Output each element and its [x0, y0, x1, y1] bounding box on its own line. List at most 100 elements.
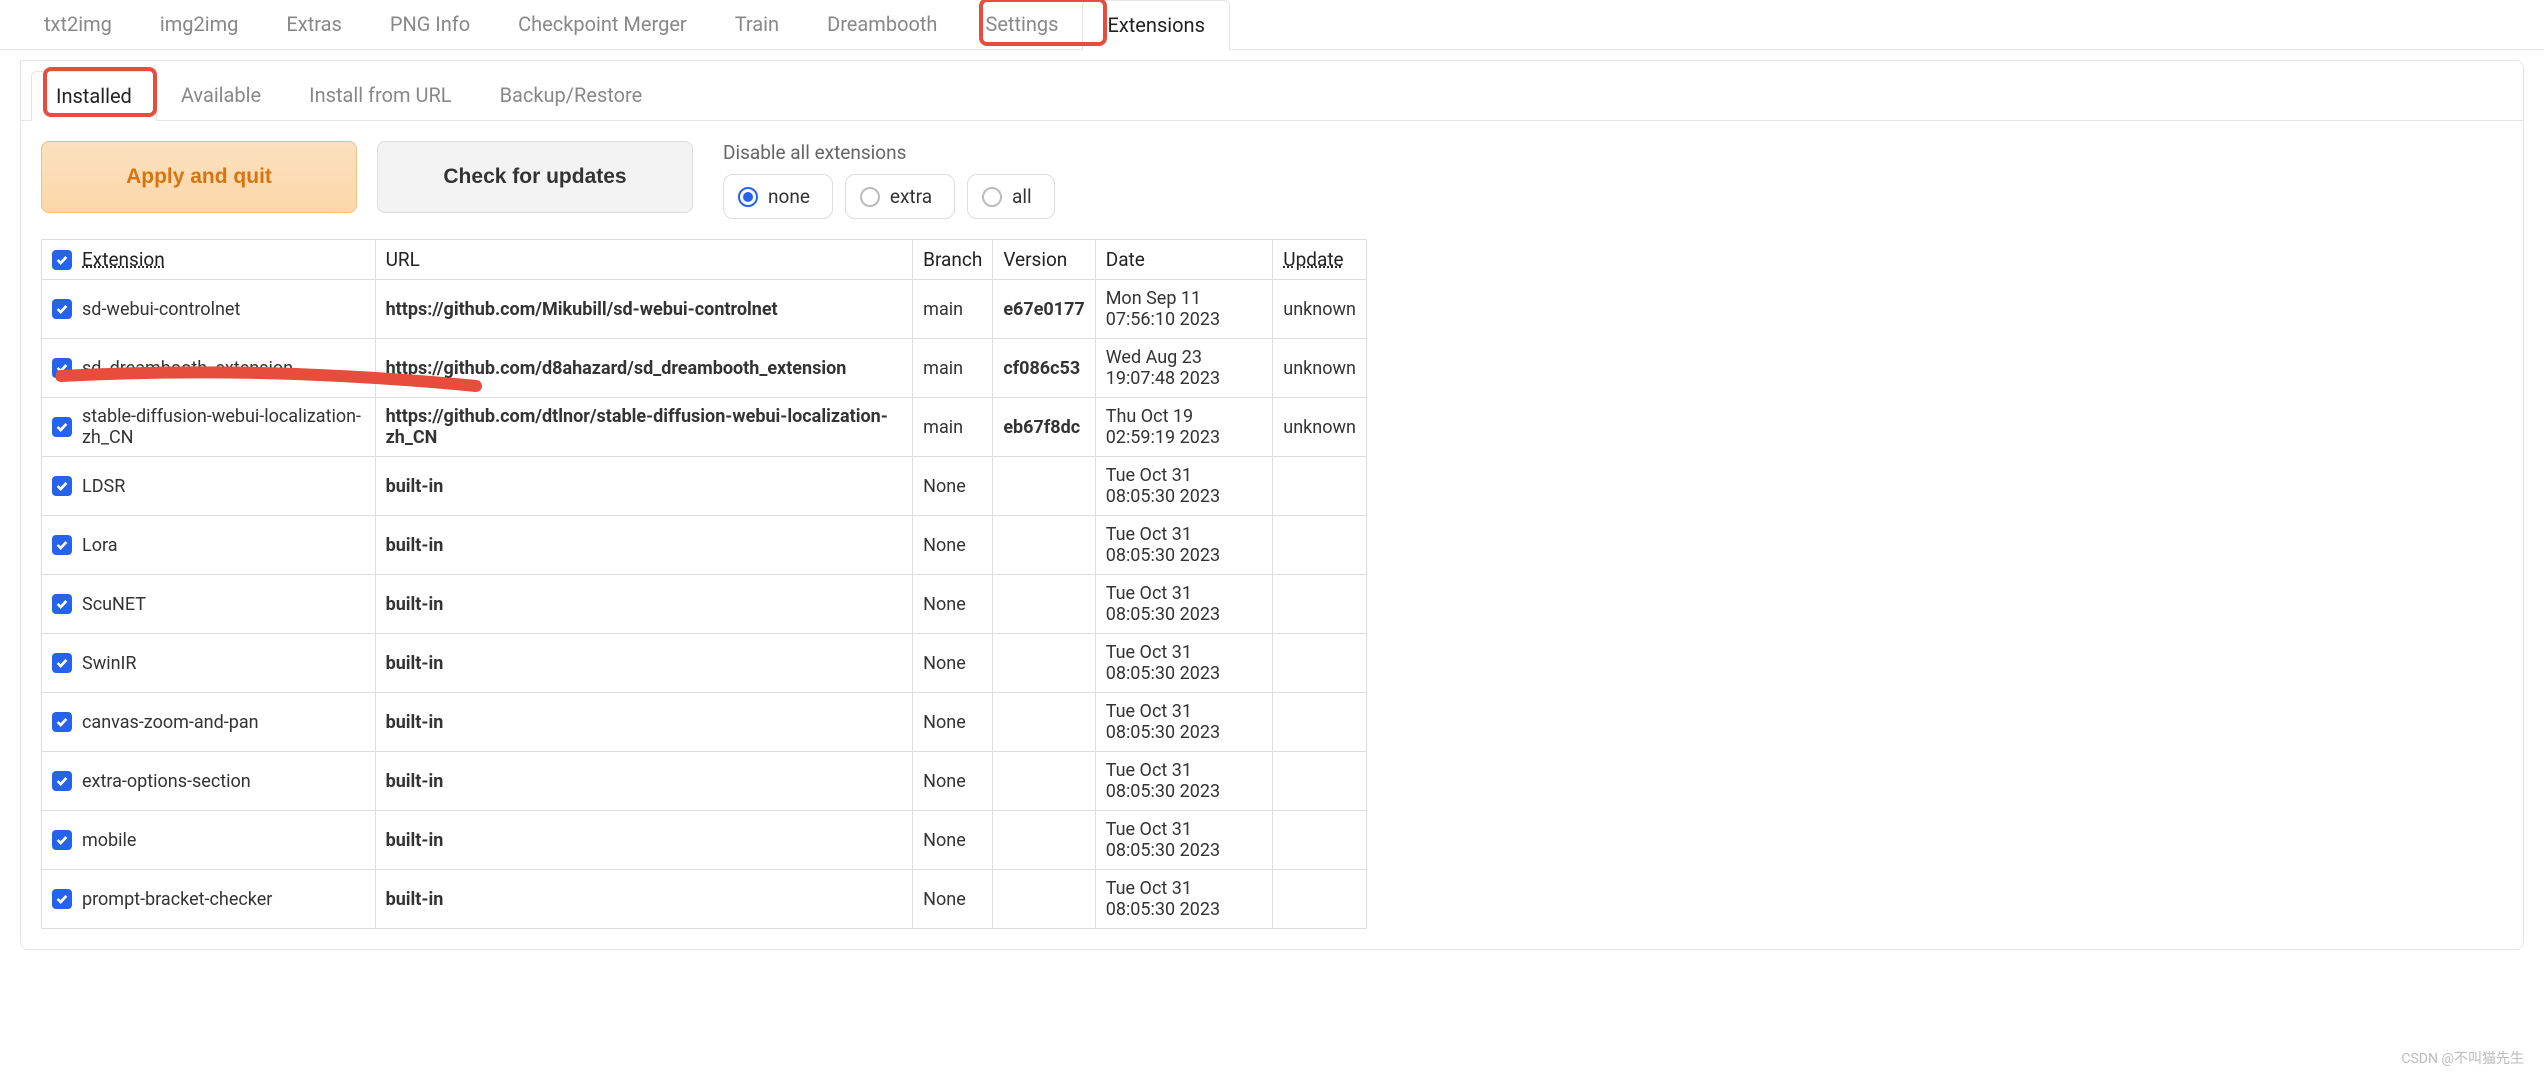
sub-tabs: InstalledAvailableInstall from URLBackup… [21, 61, 2523, 121]
main-tab-img2img[interactable]: img2img [136, 0, 263, 49]
cell-branch: None [913, 634, 993, 693]
col-date: Date [1095, 240, 1273, 280]
cell-date: Tue Oct 31 08:05:30 2023 [1095, 693, 1273, 752]
main-tab-extensions[interactable]: Extensions [1082, 0, 1229, 50]
watermark: CSDN @不叫猫先生 [2401, 1048, 2524, 1068]
cell-version [993, 516, 1095, 575]
cell-extension: ScuNET [42, 575, 376, 634]
radio-dot-icon [860, 187, 880, 207]
cell-branch: None [913, 811, 993, 870]
cell-branch: None [913, 575, 993, 634]
disable-radio-extra[interactable]: extra [845, 174, 955, 219]
extensions-table: Extension URL Branch Version Date Update… [41, 239, 1367, 929]
cell-date: Mon Sep 11 07:56:10 2023 [1095, 280, 1273, 339]
disable-radio-none[interactable]: none [723, 174, 833, 219]
cell-extension: Lora [42, 516, 376, 575]
table-row: canvas-zoom-and-panbuilt-inNoneTue Oct 3… [42, 693, 1367, 752]
check-for-updates-button[interactable]: Check for updates [377, 141, 693, 213]
sub-tab-installed[interactable]: Installed [31, 71, 157, 121]
cell-url: built-in [375, 457, 913, 516]
sub-tab-backup/restore[interactable]: Backup/Restore [476, 71, 667, 120]
cell-date: Tue Oct 31 08:05:30 2023 [1095, 870, 1273, 929]
main-tab-txt2img[interactable]: txt2img [20, 0, 136, 49]
cell-version: e67e0177 [993, 280, 1095, 339]
col-extension[interactable]: Extension [42, 240, 376, 280]
cell-date: Tue Oct 31 08:05:30 2023 [1095, 811, 1273, 870]
extension-name: mobile [82, 830, 136, 851]
extension-checkbox[interactable] [52, 889, 72, 909]
col-update[interactable]: Update [1273, 240, 1367, 280]
cell-extension: SwinIR [42, 634, 376, 693]
main-tab-checkpoint-merger[interactable]: Checkpoint Merger [494, 0, 711, 49]
cell-extension: extra-options-section [42, 752, 376, 811]
table-row: stable-diffusion-webui-localization-zh_C… [42, 398, 1367, 457]
extension-checkbox[interactable] [52, 594, 72, 614]
main-tab-extras[interactable]: Extras [262, 0, 365, 49]
extension-name: stable-diffusion-webui-localization-zh_C… [82, 406, 365, 448]
extension-checkbox[interactable] [52, 535, 72, 555]
cell-url: https://github.com/dtlnor/stable-diffusi… [375, 398, 913, 457]
cell-branch: main [913, 280, 993, 339]
extension-name: SwinIR [82, 653, 137, 674]
extension-name: extra-options-section [82, 771, 251, 792]
extension-name: sd-webui-controlnet [82, 299, 240, 320]
main-tab-dreambooth[interactable]: Dreambooth [803, 0, 961, 49]
col-extension-label: Extension [82, 248, 165, 271]
cell-version [993, 693, 1095, 752]
main-tab-settings[interactable]: Settings [961, 0, 1082, 49]
extension-name: sd_dreambooth_extension [82, 358, 293, 379]
cell-date: Thu Oct 19 02:59:19 2023 [1095, 398, 1273, 457]
cell-date: Tue Oct 31 08:05:30 2023 [1095, 575, 1273, 634]
main-tab-train[interactable]: Train [711, 0, 803, 49]
cell-url: built-in [375, 634, 913, 693]
extension-checkbox[interactable] [52, 771, 72, 791]
table-row: sd-webui-controlnet https://github.com/Mi… [42, 280, 1367, 339]
cell-version [993, 811, 1095, 870]
cell-url: https://github.com/d8ahazard/sd_dreamboo… [375, 339, 913, 398]
main-tab-png-info[interactable]: PNG Info [366, 0, 494, 49]
extension-checkbox[interactable] [52, 653, 72, 673]
table-header-row: Extension URL Branch Version Date Update [42, 240, 1367, 280]
extension-checkbox[interactable] [52, 712, 72, 732]
disable-all-label: Disable all extensions [723, 141, 1055, 164]
cell-branch: main [913, 398, 993, 457]
cell-url: built-in [375, 870, 913, 929]
cell-version [993, 457, 1095, 516]
cell-date: Tue Oct 31 08:05:30 2023 [1095, 516, 1273, 575]
cell-url: https://github.com/Mikubill/sd-webui-con… [375, 280, 913, 339]
cell-extension: sd_dreambooth_extension [42, 339, 376, 398]
radio-label: extra [890, 185, 932, 208]
select-all-checkbox[interactable] [52, 250, 72, 270]
main-tabs: txt2imgimg2imgExtrasPNG InfoCheckpoint M… [0, 0, 2544, 50]
radio-label: all [1012, 185, 1032, 208]
sub-tab-available[interactable]: Available [157, 71, 285, 120]
table-row: sd_dreambooth_extension https://github.co… [42, 339, 1367, 398]
cell-update: unknown [1273, 280, 1367, 339]
cell-version [993, 575, 1095, 634]
cell-branch: main [913, 339, 993, 398]
cell-version: eb67f8dc [993, 398, 1095, 457]
extension-checkbox[interactable] [52, 417, 72, 437]
extension-checkbox[interactable] [52, 358, 72, 378]
extension-checkbox[interactable] [52, 476, 72, 496]
extension-name: Lora [82, 535, 118, 556]
cell-update: unknown [1273, 398, 1367, 457]
disable-radio-row: none extra all [723, 174, 1055, 219]
col-url: URL [375, 240, 913, 280]
radio-dot-icon [982, 187, 1002, 207]
cell-url: built-in [375, 811, 913, 870]
sub-tab-install-from-url[interactable]: Install from URL [285, 71, 475, 120]
cell-version: cf086c53 [993, 339, 1095, 398]
disable-radio-all[interactable]: all [967, 174, 1055, 219]
table-row: mobile built-inNone Tue Oct 31 08:05:30 20… [42, 811, 1367, 870]
cell-update: unknown [1273, 339, 1367, 398]
cell-url: built-in [375, 575, 913, 634]
extension-name: ScuNET [82, 594, 146, 615]
cell-url: built-in [375, 693, 913, 752]
apply-and-quit-button[interactable]: Apply and quit [41, 141, 357, 213]
cell-extension: mobile [42, 811, 376, 870]
extension-checkbox[interactable] [52, 830, 72, 850]
cell-branch: None [913, 516, 993, 575]
extension-checkbox[interactable] [52, 299, 72, 319]
extension-name: canvas-zoom-and-pan [82, 712, 259, 733]
